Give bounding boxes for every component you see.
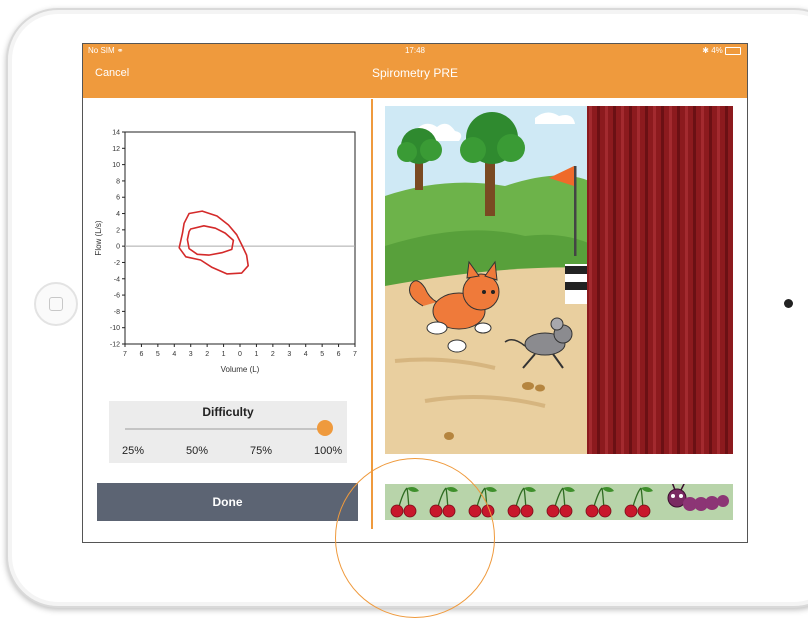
difficulty-level-50: 50% bbox=[186, 445, 209, 457]
x-tick-label: 3 bbox=[189, 351, 193, 358]
y-tick-label: -4 bbox=[114, 276, 120, 283]
curtain-fold bbox=[605, 106, 608, 454]
curtain-fold bbox=[725, 106, 728, 454]
battery-icon bbox=[725, 46, 741, 55]
y-tick-label: 8 bbox=[116, 178, 120, 185]
x-tick-label: 5 bbox=[320, 351, 324, 358]
x-tick-label: 1 bbox=[254, 351, 258, 358]
curtain-fold bbox=[709, 106, 712, 454]
curtain-fold bbox=[629, 106, 632, 454]
panel-divider bbox=[371, 99, 373, 529]
y-tick-label: 4 bbox=[116, 211, 120, 218]
y-tick-label: 10 bbox=[112, 162, 120, 169]
curtain-fold bbox=[613, 106, 616, 454]
game-scene bbox=[385, 106, 733, 454]
difficulty-slider-knob[interactable] bbox=[317, 420, 333, 436]
difficulty-panel: Difficulty 25% 50% 75% 100% bbox=[109, 401, 347, 463]
y-axis-label: Flow (L/s) bbox=[94, 220, 103, 255]
x-tick-label: 6 bbox=[139, 351, 143, 358]
bluetooth-icon: ✱ bbox=[702, 46, 709, 55]
y-tick-label: -6 bbox=[114, 293, 120, 300]
cherry-icon bbox=[624, 487, 653, 518]
curtain bbox=[587, 106, 733, 454]
x-tick-label: 5 bbox=[156, 351, 160, 358]
curtain-fold bbox=[621, 106, 624, 454]
x-tick-label: 7 bbox=[123, 351, 127, 358]
caterpillar-icon bbox=[667, 481, 729, 511]
y-tick-label: -12 bbox=[110, 342, 120, 349]
page-title: Spirometry PRE bbox=[371, 66, 459, 80]
difficulty-level-25: 25% bbox=[122, 445, 145, 457]
y-tick-label: 14 bbox=[112, 130, 120, 137]
x-axis-label: Volume (L) bbox=[221, 365, 260, 374]
x-tick-label: 1 bbox=[222, 351, 226, 358]
curtain-fold bbox=[597, 106, 600, 454]
curtain-fold bbox=[693, 106, 696, 454]
curtain-fold bbox=[685, 106, 688, 454]
curtain-fold bbox=[653, 106, 656, 454]
x-tick-label: 7 bbox=[353, 351, 357, 358]
y-tick-label: 6 bbox=[116, 195, 120, 202]
y-tick-label: -10 bbox=[110, 325, 120, 332]
x-tick-label: 0 bbox=[238, 351, 242, 358]
x-tick-label: 4 bbox=[304, 351, 308, 358]
curtain-fold bbox=[661, 106, 664, 454]
camera-dot bbox=[784, 299, 793, 308]
curtain-fold bbox=[677, 106, 680, 454]
home-button[interactable] bbox=[34, 282, 78, 326]
battery-status: ✱ 4% bbox=[702, 44, 741, 58]
difficulty-level-75: 75% bbox=[250, 445, 273, 457]
status-time: 17:48 bbox=[404, 46, 426, 55]
curtain-fold bbox=[645, 106, 648, 454]
curtain-fold bbox=[701, 106, 704, 454]
curtain-fold bbox=[717, 106, 720, 454]
done-button[interactable]: Done bbox=[97, 483, 358, 521]
highlight-circle bbox=[335, 458, 495, 618]
status-bar: No SIM ⚭ 17:48 ✱ 4% bbox=[83, 44, 747, 58]
x-tick-label: 2 bbox=[271, 351, 275, 358]
nav-bar: Cancel Spirometry PRE bbox=[83, 58, 747, 98]
flow-volume-chart: 14121086420-2-4-6-8-10-127 6 5 4 3 2 1 0 1 2 3 4 5 6 7… bbox=[94, 130, 357, 375]
curtain-fold bbox=[669, 106, 672, 454]
cherry-icon bbox=[507, 487, 536, 518]
x-tick-label: 2 bbox=[205, 351, 209, 358]
curtain-fold bbox=[589, 106, 592, 454]
difficulty-level-100: 100% bbox=[314, 445, 343, 457]
y-tick-label: 12 bbox=[112, 146, 120, 153]
x-tick-label: 3 bbox=[287, 351, 291, 358]
y-tick-label: -8 bbox=[114, 309, 120, 316]
y-tick-label: -2 bbox=[114, 260, 120, 267]
curtain-fold bbox=[637, 106, 640, 454]
difficulty-slider-track[interactable] bbox=[125, 428, 325, 430]
cherry-icon bbox=[585, 487, 614, 518]
difficulty-title: Difficulty bbox=[202, 405, 254, 419]
y-tick-label: 0 bbox=[116, 244, 120, 251]
x-tick-label: 6 bbox=[337, 351, 341, 358]
x-tick-label: 4 bbox=[172, 351, 176, 358]
cherry-icon bbox=[546, 487, 575, 518]
y-tick-label: 2 bbox=[116, 227, 120, 234]
